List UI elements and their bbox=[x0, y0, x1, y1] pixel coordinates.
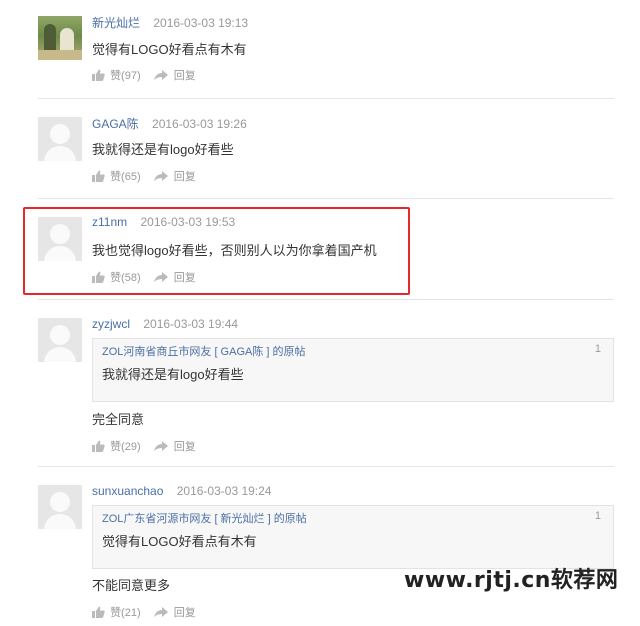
reply-arrow-icon[interactable] bbox=[153, 170, 168, 182]
comment-text: 觉得有LOGO好看点有木有 bbox=[92, 42, 247, 57]
thumbs-up-icon[interactable] bbox=[92, 440, 105, 452]
comment-meta: zyzjwcl 2016-03-03 19:44 bbox=[92, 317, 238, 331]
comment-text: 完全同意 bbox=[92, 412, 145, 427]
comment-actions: 赞(97) 回复 bbox=[92, 67, 196, 83]
username-link[interactable]: zyzjwcl bbox=[92, 317, 130, 331]
like-button[interactable]: 赞(97) bbox=[110, 67, 141, 83]
comment-meta: sunxuanchao 2016-03-03 19:24 bbox=[92, 484, 271, 498]
avatar[interactable] bbox=[38, 16, 82, 60]
like-button[interactable]: 赞(29) bbox=[110, 438, 141, 454]
comment-text: 不能同意更多 bbox=[92, 578, 171, 593]
quote-floor-number: 1 bbox=[594, 510, 601, 522]
thumbs-up-icon[interactable] bbox=[92, 606, 105, 618]
quoted-post: ZOL广东省河源市网友 [ 新光灿烂 ] 的原帖 1 觉得有LOGO好看点有木有 bbox=[92, 505, 614, 569]
timestamp: 2016-03-03 19:24 bbox=[176, 484, 272, 498]
reply-button[interactable]: 回复 bbox=[174, 168, 196, 184]
divider bbox=[38, 198, 614, 199]
comment-actions: 赞(29) 回复 bbox=[92, 438, 196, 454]
timestamp: 2016-03-03 19:26 bbox=[152, 117, 247, 131]
reply-arrow-icon[interactable] bbox=[153, 69, 168, 81]
divider bbox=[38, 466, 614, 467]
reply-arrow-icon[interactable] bbox=[153, 606, 168, 618]
reply-arrow-icon[interactable] bbox=[153, 440, 168, 452]
avatar[interactable] bbox=[38, 117, 82, 161]
timestamp: 2016-03-03 19:44 bbox=[143, 317, 239, 331]
comment-meta: GAGA陈 2016-03-03 19:26 bbox=[92, 115, 247, 132]
avatar[interactable] bbox=[38, 318, 82, 362]
comment-actions: 赞(65) 回复 bbox=[92, 168, 196, 184]
username-link[interactable]: GAGA陈 bbox=[92, 117, 139, 131]
reply-button[interactable]: 回复 bbox=[174, 67, 196, 83]
quoted-post: ZOL河南省商丘市网友 [ GAGA陈 ] 的原帖 1 我就得还是有logo好看… bbox=[92, 338, 614, 402]
quote-header[interactable]: ZOL河南省商丘市网友 [ GAGA陈 ] 的原帖 bbox=[102, 343, 306, 359]
username-link[interactable]: sunxuanchao bbox=[92, 484, 163, 498]
reply-button[interactable]: 回复 bbox=[174, 604, 196, 620]
avatar[interactable] bbox=[38, 485, 82, 529]
highlight-box bbox=[23, 207, 410, 295]
thumbs-up-icon[interactable] bbox=[92, 170, 105, 182]
timestamp: 2016-03-03 19:13 bbox=[153, 16, 249, 30]
comment-meta: 新光灿烂 2016-03-03 19:13 bbox=[92, 14, 248, 31]
watermark: www.rjtj.cn软荐网 bbox=[404, 568, 619, 593]
like-button[interactable]: 赞(21) bbox=[110, 604, 141, 620]
thumbs-up-icon[interactable] bbox=[92, 69, 105, 81]
quote-floor-number: 1 bbox=[594, 343, 601, 355]
comment-actions: 赞(21) 回复 bbox=[92, 604, 196, 620]
quote-text: 我就得还是有logo好看些 bbox=[102, 367, 244, 382]
divider bbox=[38, 299, 614, 300]
comment-text: 我就得还是有logo好看些 bbox=[92, 142, 234, 157]
reply-button[interactable]: 回复 bbox=[174, 438, 196, 454]
quote-text: 觉得有LOGO好看点有木有 bbox=[102, 534, 257, 549]
divider bbox=[38, 98, 614, 99]
like-button[interactable]: 赞(65) bbox=[110, 168, 141, 184]
username-link[interactable]: 新光灿烂 bbox=[92, 16, 140, 30]
quote-header[interactable]: ZOL广东省河源市网友 [ 新光灿烂 ] 的原帖 bbox=[102, 510, 307, 526]
